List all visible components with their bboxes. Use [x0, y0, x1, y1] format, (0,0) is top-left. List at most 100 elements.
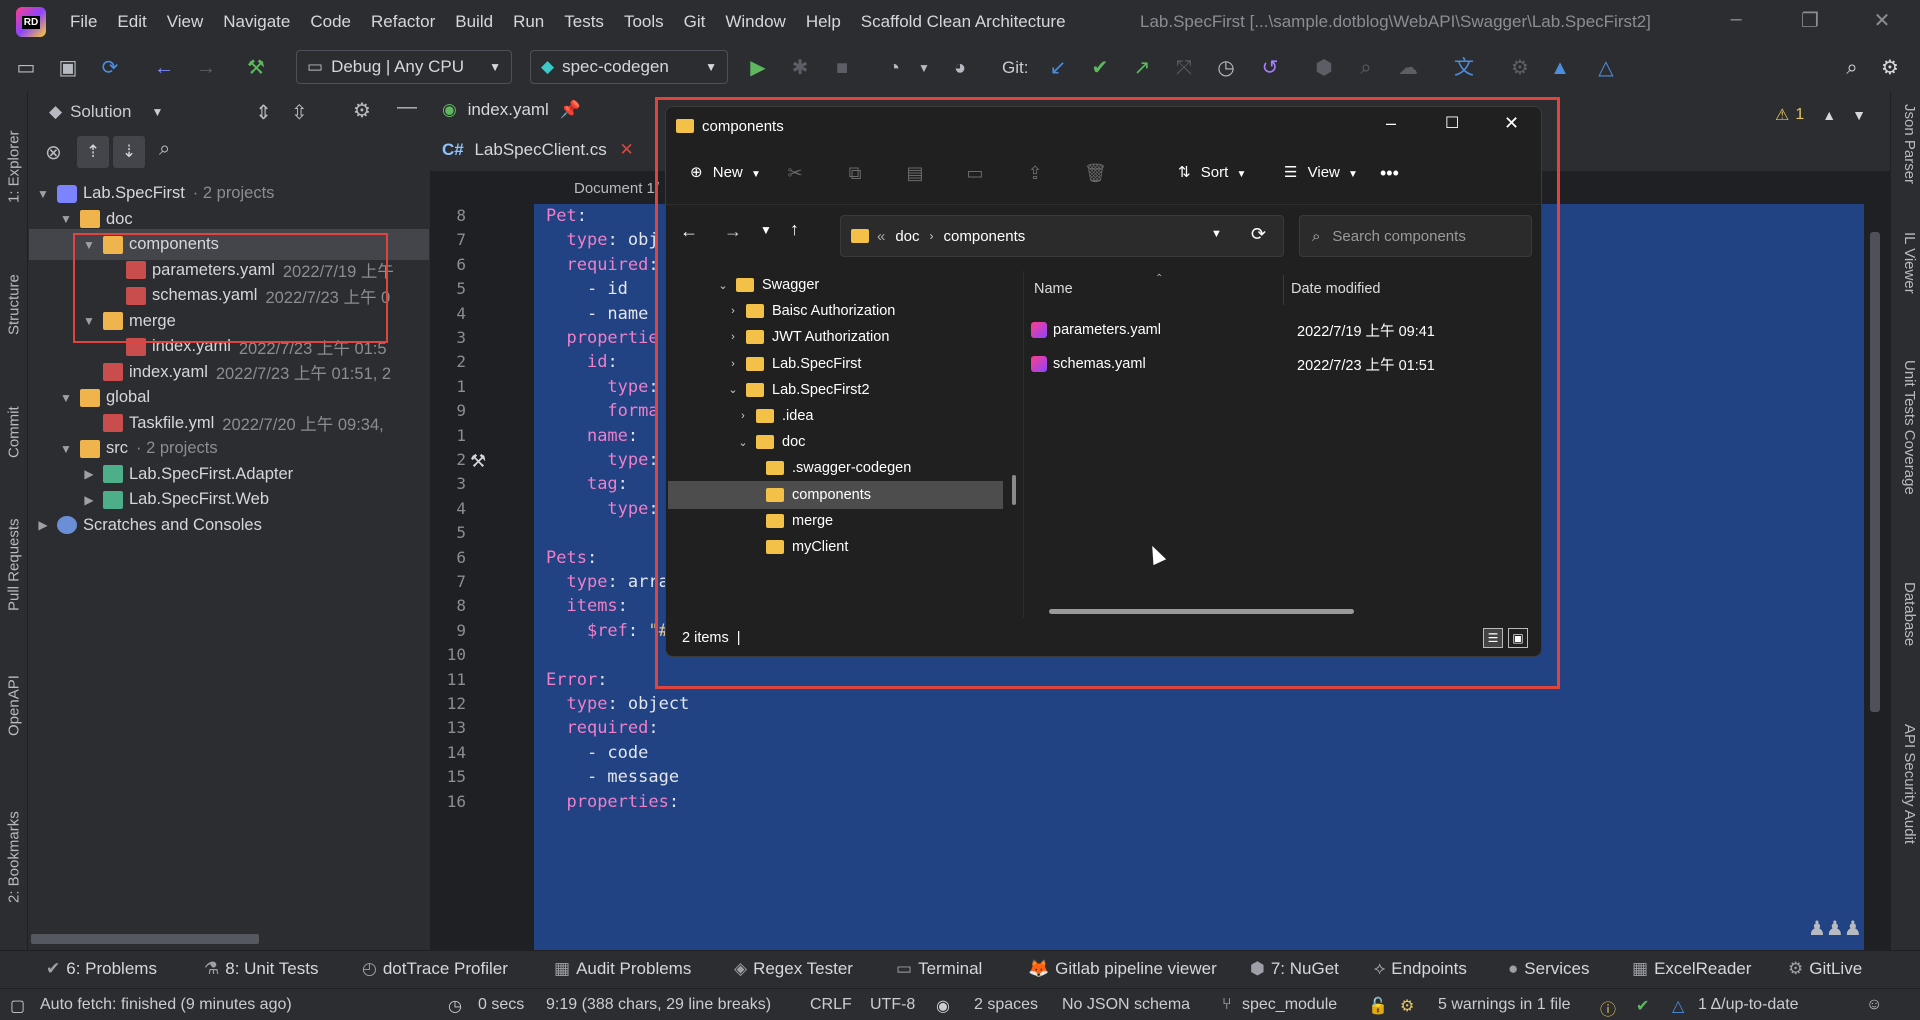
nav-item[interactable]: › .idea	[668, 402, 1003, 430]
scroll-to-source-icon[interactable]: ⇣	[113, 136, 145, 168]
sort-button[interactable]: ⇅ Sort ▼	[1178, 163, 1246, 181]
up-icon[interactable]: ↑	[790, 219, 799, 240]
translate-icon[interactable]: 文	[1452, 56, 1476, 80]
cut-icon[interactable]: ✂	[784, 163, 806, 185]
back-icon[interactable]: ←	[680, 221, 698, 242]
nav-item[interactable]: .swagger-codegen	[668, 454, 1003, 482]
menu-navigate[interactable]: Navigate	[223, 12, 290, 32]
git-history-icon[interactable]: ◷	[1214, 56, 1238, 80]
details-view-icon[interactable]: ☰	[1483, 628, 1503, 648]
toolwindow-audit-problems[interactable]: ▦ Audit Problems	[554, 959, 691, 979]
attach-icon[interactable]: ◔	[882, 56, 906, 80]
git-rollback-icon[interactable]: ↺	[1258, 56, 1282, 80]
toolwindow-gitlab-pipeline-viewer[interactable]: 🦊 Gitlab pipeline viewer	[1028, 959, 1217, 979]
restore-icon[interactable]: ❐	[1790, 8, 1830, 36]
expand-all-icon[interactable]: ⇕	[255, 100, 272, 125]
column-date[interactable]: Date modified	[1291, 281, 1380, 297]
tab-labspecclient[interactable]: C# LabSpecClient.cs ✕	[442, 140, 634, 160]
menu-code[interactable]: Code	[310, 12, 351, 32]
menu-file[interactable]: File	[70, 12, 97, 32]
hammer-gutter-icon[interactable]: ⚒	[470, 451, 486, 472]
git-merge-icon[interactable]: ⤧	[1172, 56, 1196, 80]
menu-run[interactable]: Run	[513, 12, 544, 32]
vertical-scrollbar[interactable]	[1870, 232, 1880, 712]
ai-icon[interactable]: ⚙	[1508, 56, 1532, 80]
forward-icon[interactable]: →	[194, 56, 218, 80]
nav-item[interactable]: merge	[668, 507, 1003, 535]
menu-edit[interactable]: Edit	[117, 12, 146, 32]
nav-item[interactable]: ⌄ doc	[668, 428, 1003, 456]
menu-tests[interactable]: Tests	[564, 12, 604, 32]
debug-icon[interactable]: ✱	[788, 56, 812, 80]
tab-api-security-audit[interactable]: API Security Audit	[1894, 724, 1918, 904]
tiles-view-icon[interactable]: ▣	[1508, 628, 1528, 648]
toolwindow-dottrace-profiler[interactable]: ◴ dotTrace Profiler	[362, 959, 508, 979]
cursor-position[interactable]: 9:19 (388 chars, 29 line breaks)	[546, 996, 771, 1014]
stop-icon[interactable]: ■	[830, 56, 854, 80]
chevron-right-icon[interactable]: ▶	[81, 467, 97, 481]
chevron-down-icon[interactable]: ⌄	[716, 279, 730, 292]
scroll-from-source-icon[interactable]: ⇡	[77, 136, 109, 168]
menu-build[interactable]: Build	[455, 12, 493, 32]
address-part-doc[interactable]: doc	[895, 228, 919, 245]
close-tab-icon[interactable]: ✕	[620, 140, 634, 159]
delete-icon[interactable]: 🗑	[1084, 163, 1107, 185]
chevron-down-icon[interactable]: ▼	[1852, 107, 1866, 123]
build-hammer-icon[interactable]: ⚒	[244, 56, 268, 80]
settings-gear-icon[interactable]: ⚙	[1878, 56, 1902, 80]
chevron-down-icon[interactable]: ▼	[1211, 228, 1222, 240]
copy-icon[interactable]: ⧉	[844, 163, 866, 185]
search-input[interactable]: ⌕ Search components	[1299, 215, 1532, 257]
chevron-right-icon[interactable]: ›	[726, 305, 740, 317]
json-schema[interactable]: No JSON schema	[1062, 996, 1190, 1014]
column-name[interactable]: Name	[1034, 281, 1073, 297]
build-config-dropdown[interactable]: ▭ Debug | Any CPU ▼	[296, 50, 512, 84]
address-input[interactable]: « doc › components ▼ ⟳	[840, 215, 1284, 257]
run-config-dropdown[interactable]: ◆ spec-codegen ▼	[530, 50, 728, 84]
file-row[interactable]: parameters.yaml 2022/7/19 上午 09:41	[1009, 313, 1519, 347]
toolwindow-8-unit-tests[interactable]: ⚗ 8: Unit Tests	[204, 959, 318, 979]
back-icon[interactable]: ←	[152, 56, 176, 80]
git-update-icon[interactable]: ↙	[1046, 56, 1070, 80]
toolwindow-7-nuget[interactable]: ⬢ 7: NuGet	[1250, 959, 1339, 979]
filter-icon[interactable]: ⊗	[45, 140, 62, 165]
search-db-icon[interactable]: ⌕	[1354, 56, 1378, 80]
lock-icon[interactable]: 🔓	[1368, 996, 1388, 1016]
warning-circle-icon[interactable]: ⓘ	[1600, 996, 1616, 1020]
rename-icon[interactable]: ▭	[964, 163, 986, 185]
chevron-down-icon[interactable]: ⌄	[736, 436, 750, 449]
forward-icon[interactable]: →	[724, 221, 742, 242]
toolwindow-terminal[interactable]: ▭ Terminal	[896, 959, 982, 979]
chevron-right-icon[interactable]: ›	[736, 410, 750, 422]
close-icon[interactable]: ✕	[1504, 113, 1519, 134]
tab-pull-requests[interactable]: Pull Requests	[2, 500, 26, 630]
tree-item[interactable]: ▶ Scratches and Consoles	[29, 510, 429, 541]
chevron-right-icon[interactable]: ›	[726, 358, 740, 370]
minimize-icon[interactable]: –	[1386, 113, 1396, 134]
tab-index-yaml[interactable]: ◉ index.yaml 📌	[442, 100, 581, 120]
run-icon[interactable]: ▶	[746, 56, 770, 80]
chevron-down-icon[interactable]: ▼	[912, 56, 936, 80]
sync-icon[interactable]: ⟳	[98, 56, 122, 80]
tab-json-parser[interactable]: Json Parser	[1894, 104, 1918, 214]
toolwindow-gitlive[interactable]: ⚙ GitLive	[1788, 959, 1862, 979]
tab-bookmarks[interactable]: 2: Bookmarks	[2, 792, 26, 922]
collapse-all-icon[interactable]: ⇳	[291, 100, 308, 125]
menu-help[interactable]: Help	[806, 12, 841, 32]
ai-assistant-icon[interactable]: ♟♟♟	[1808, 916, 1862, 941]
cloud-icon[interactable]: ☁	[1396, 56, 1420, 80]
chevron-right-icon[interactable]: ›	[726, 331, 740, 343]
nav-item[interactable]: › Lab.SpecFirst	[668, 350, 1003, 378]
menu-window[interactable]: Window	[725, 12, 785, 32]
file-row[interactable]: schemas.yaml 2022/7/23 上午 01:51	[1009, 347, 1519, 381]
toolwindow-6-problems[interactable]: ✔ 6: Problems	[46, 959, 157, 979]
tab-structure[interactable]: Structure	[2, 250, 26, 360]
indent-setting[interactable]: 2 spaces	[974, 996, 1038, 1014]
close-icon[interactable]: ✕	[1862, 8, 1902, 36]
tab-openapi[interactable]: OpenAPI	[2, 656, 26, 756]
nav-item[interactable]: components	[668, 480, 1003, 509]
panel-toggle-icon[interactable]: ▢	[10, 996, 25, 1016]
menu-git[interactable]: Git	[684, 12, 706, 32]
menu-tools[interactable]: Tools	[624, 12, 664, 32]
chevron-right-icon[interactable]: ▶	[81, 493, 97, 507]
